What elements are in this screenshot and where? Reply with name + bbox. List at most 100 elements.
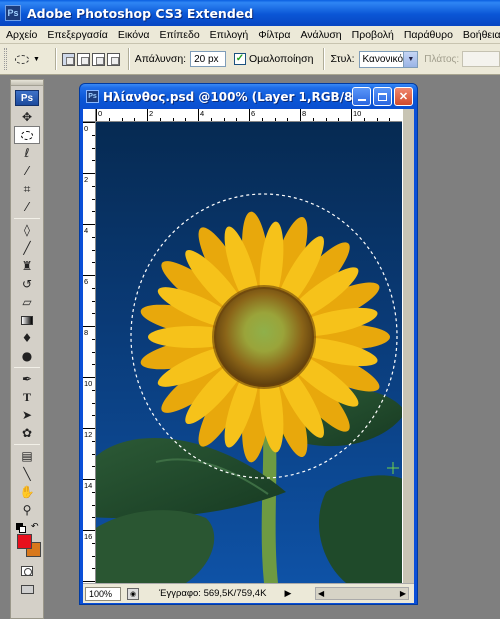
- elliptical-marquee-icon[interactable]: [14, 126, 40, 144]
- swap-colors-icon[interactable]: ↶: [31, 521, 39, 532]
- style-select[interactable]: Κανονικό ▼: [358, 50, 419, 68]
- vruler-minor-tick: [92, 198, 95, 200]
- slice-icon[interactable]: ⁄: [11, 198, 43, 216]
- hruler-minor-tick: [249, 118, 250, 121]
- vruler-minor-tick: [92, 287, 95, 289]
- brush-icon[interactable]: ╱: [11, 239, 43, 257]
- hruler-label: 4: [200, 109, 205, 118]
- document-titlebar[interactable]: Ps Ηλίανθος.psd @100% (Layer 1,RGB/8) ✕: [80, 84, 417, 109]
- menu-help[interactable]: Βοήθεια: [463, 29, 500, 41]
- photoshop-logo[interactable]: Ps: [15, 90, 39, 106]
- horizontal-ruler[interactable]: 024681012: [96, 109, 412, 122]
- separator: [54, 48, 56, 70]
- history-brush-icon[interactable]: ↺: [11, 275, 43, 293]
- antialias-checkbox[interactable]: ✓: [233, 53, 246, 65]
- path-selection-icon[interactable]: ➤: [11, 406, 43, 424]
- eraser-icon[interactable]: ▱: [11, 293, 43, 311]
- image-canvas[interactable]: [96, 122, 402, 583]
- vruler-minor-tick: [92, 530, 95, 531]
- menu-file[interactable]: Αρχείο: [6, 29, 37, 41]
- hand-icon[interactable]: ✋: [11, 483, 43, 501]
- healing-brush-icon[interactable]: ◊: [11, 221, 43, 239]
- hruler-minor-tick: [172, 118, 174, 121]
- menu-filter[interactable]: Φίλτρα: [258, 29, 290, 41]
- close-button[interactable]: ✕: [394, 87, 413, 106]
- screen-mode-button[interactable]: [11, 583, 43, 595]
- dodge-icon[interactable]: ●: [11, 347, 43, 365]
- vruler-minor-tick: [92, 326, 95, 327]
- color-swatches: ↶: [11, 521, 43, 557]
- minimize-button[interactable]: [352, 87, 371, 106]
- status-arrow-icon[interactable]: ▶: [284, 588, 291, 599]
- scroll-right-icon[interactable]: ▶: [400, 589, 406, 598]
- crosshair-cursor: [387, 462, 399, 474]
- move-tool-icon[interactable]: ✥: [11, 108, 43, 126]
- horizontal-scrollbar[interactable]: ◀ ▶: [315, 587, 409, 600]
- document-icon: Ps: [86, 90, 99, 103]
- vruler-minor-tick: [92, 389, 95, 391]
- lasso-icon[interactable]: ℓ: [11, 144, 43, 162]
- vertical-scrollbar[interactable]: [402, 109, 414, 583]
- zoom-field[interactable]: 100%: [85, 586, 121, 601]
- vruler-minor-tick: [92, 428, 95, 429]
- clone-stamp-icon[interactable]: ♜: [11, 257, 43, 275]
- vruler-label: 10: [84, 379, 93, 388]
- hruler-minor-tick: [300, 118, 301, 121]
- hruler-minor-tick: [223, 118, 225, 121]
- options-grip[interactable]: [4, 48, 7, 70]
- pen-icon[interactable]: ✒: [11, 370, 43, 388]
- vruler-label: 14: [84, 481, 93, 490]
- vruler-minor-tick: [92, 173, 95, 174]
- menu-layer[interactable]: Επίπεδο: [159, 29, 199, 41]
- workspace-background: [419, 75, 500, 619]
- vruler-label: 0: [84, 124, 89, 133]
- app-title: Adobe Photoshop CS3 Extended: [27, 5, 254, 21]
- vruler-minor-tick: [92, 542, 95, 544]
- default-colors-icon[interactable]: [16, 523, 26, 533]
- quick-mask-icon: [21, 566, 33, 576]
- feather-input[interactable]: 20 px: [190, 51, 226, 67]
- new-selection-button[interactable]: [61, 52, 75, 66]
- vruler-minor-tick: [92, 415, 95, 417]
- hruler-label: 6: [251, 109, 256, 118]
- zoom-icon[interactable]: ⚲: [11, 501, 43, 519]
- intersect-selection-button[interactable]: [106, 52, 120, 66]
- eyedropper-icon[interactable]: ╲: [11, 465, 43, 483]
- menu-analysis[interactable]: Ανάλυση: [300, 29, 341, 41]
- subtract-selection-button[interactable]: [91, 52, 105, 66]
- toolbox-grip[interactable]: [11, 80, 43, 86]
- crop-icon[interactable]: ⌗: [11, 180, 43, 198]
- ruler-origin[interactable]: [83, 109, 96, 122]
- notes-icon[interactable]: ▤: [11, 447, 43, 465]
- menu-window[interactable]: Παράθυρο: [404, 29, 453, 41]
- menu-image[interactable]: Εικόνα: [118, 29, 150, 41]
- hruler-minor-tick: [147, 118, 148, 121]
- menu-view[interactable]: Προβολή: [352, 29, 394, 41]
- custom-shape-icon[interactable]: ✿: [11, 424, 43, 442]
- chevron-down-icon: ▼: [403, 51, 418, 67]
- menu-select[interactable]: Επιλογή: [210, 29, 249, 41]
- blur-icon[interactable]: ♦: [11, 329, 43, 347]
- maximize-button[interactable]: [373, 87, 392, 106]
- add-to-selection-button[interactable]: [76, 52, 90, 66]
- leaf-bottom: [96, 510, 215, 583]
- hruler-minor-tick: [351, 118, 352, 121]
- gradient-icon[interactable]: [11, 311, 43, 329]
- magic-wand-icon[interactable]: ⁄: [11, 162, 43, 180]
- antialias-label: Ομαλοποίηση: [248, 53, 314, 65]
- quick-mask-button[interactable]: [11, 565, 43, 577]
- menu-edit[interactable]: Επεξεργασία: [47, 29, 108, 41]
- vertical-ruler[interactable]: 024681012141618: [83, 122, 96, 592]
- scroll-left-icon[interactable]: ◀: [318, 589, 324, 598]
- hruler-minor-tick: [376, 118, 378, 121]
- width-input: [462, 51, 500, 67]
- vruler-minor-tick: [92, 581, 95, 582]
- tool-preset-picker[interactable]: ▼: [15, 48, 49, 70]
- vruler-minor-tick: [92, 453, 95, 455]
- foreground-color-swatch[interactable]: [17, 534, 32, 549]
- type-icon[interactable]: T: [11, 388, 43, 406]
- hruler-minor-tick: [312, 118, 314, 121]
- vruler-minor-tick: [92, 338, 95, 340]
- status-menu-button[interactable]: ◉: [127, 587, 139, 600]
- hruler-label: 8: [302, 109, 307, 118]
